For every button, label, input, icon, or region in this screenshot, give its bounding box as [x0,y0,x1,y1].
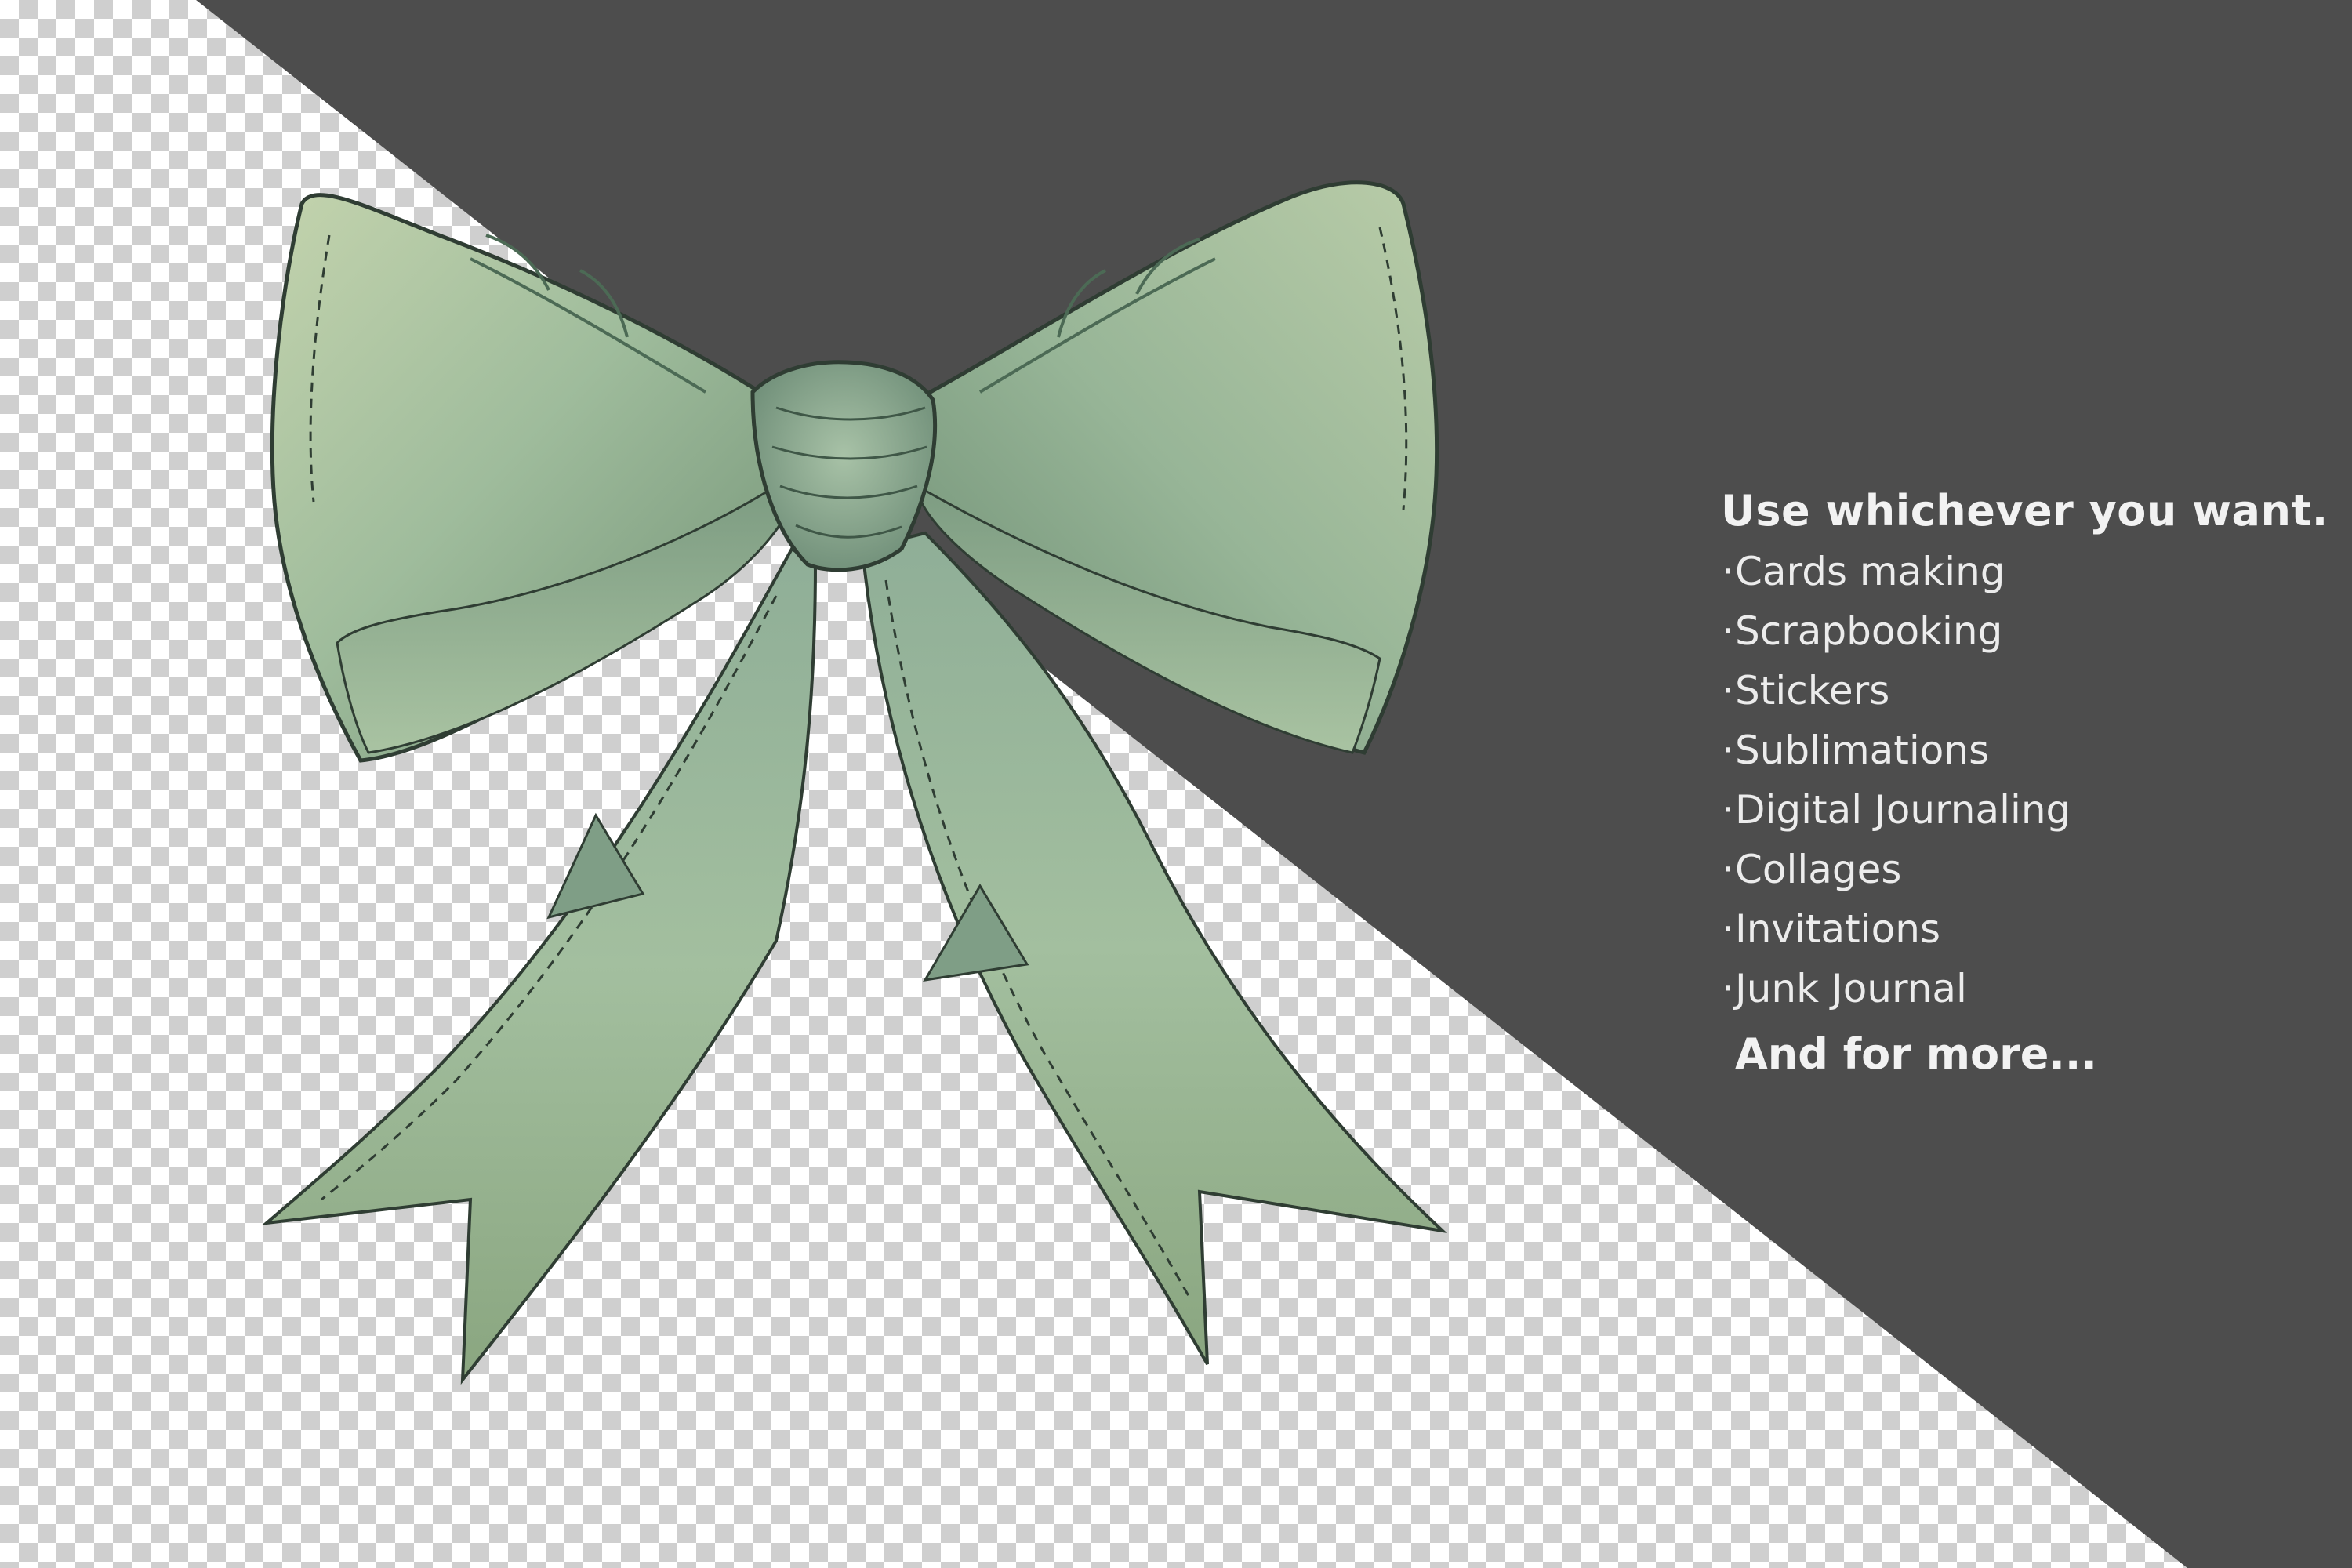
bullet-dot: · [1722,847,1734,892]
list-item: ·Collages [1721,840,2332,899]
bullet-dot: · [1722,549,1734,594]
list-item: ·Invitations [1721,899,2332,959]
list-item: ·Sublimations [1721,720,2332,780]
use-label: Junk Journal [1735,966,1967,1011]
bow-knot [750,360,938,572]
use-label: Invitations [1735,906,1940,952]
list-item: ·Stickers [1721,661,2332,720]
uses-footer: And for more... [1735,1029,2097,1079]
use-label: Digital Journaling [1735,787,2071,833]
list-item: ·Scrapbooking [1721,601,2332,661]
bullet-dot: · [1722,728,1734,773]
list-item: ·Cards making [1721,542,2332,601]
bullet-dot: · [1722,787,1734,833]
use-label: Collages [1735,847,1902,892]
bullet-dot: · [1722,668,1734,713]
list-item: ·Digital Journaling [1721,780,2332,840]
uses-heading: Use whichever you want. [1721,486,2328,535]
use-label: Stickers [1735,668,1890,713]
bullet-dot: · [1722,906,1734,952]
use-label: Cards making [1735,549,2005,594]
uses-list: ·Cards making ·Scrapbooking ·Stickers ·S… [1721,542,2332,1018]
bullet-dot: · [1722,966,1734,1011]
bullet-dot: · [1722,608,1734,654]
uses-panel: Use whichever you want. ·Cards making ·S… [1721,486,2332,1079]
use-label: Scrapbooking [1735,608,2003,654]
list-item: ·Junk Journal [1721,959,2332,1018]
use-label: Sublimations [1735,728,1990,773]
